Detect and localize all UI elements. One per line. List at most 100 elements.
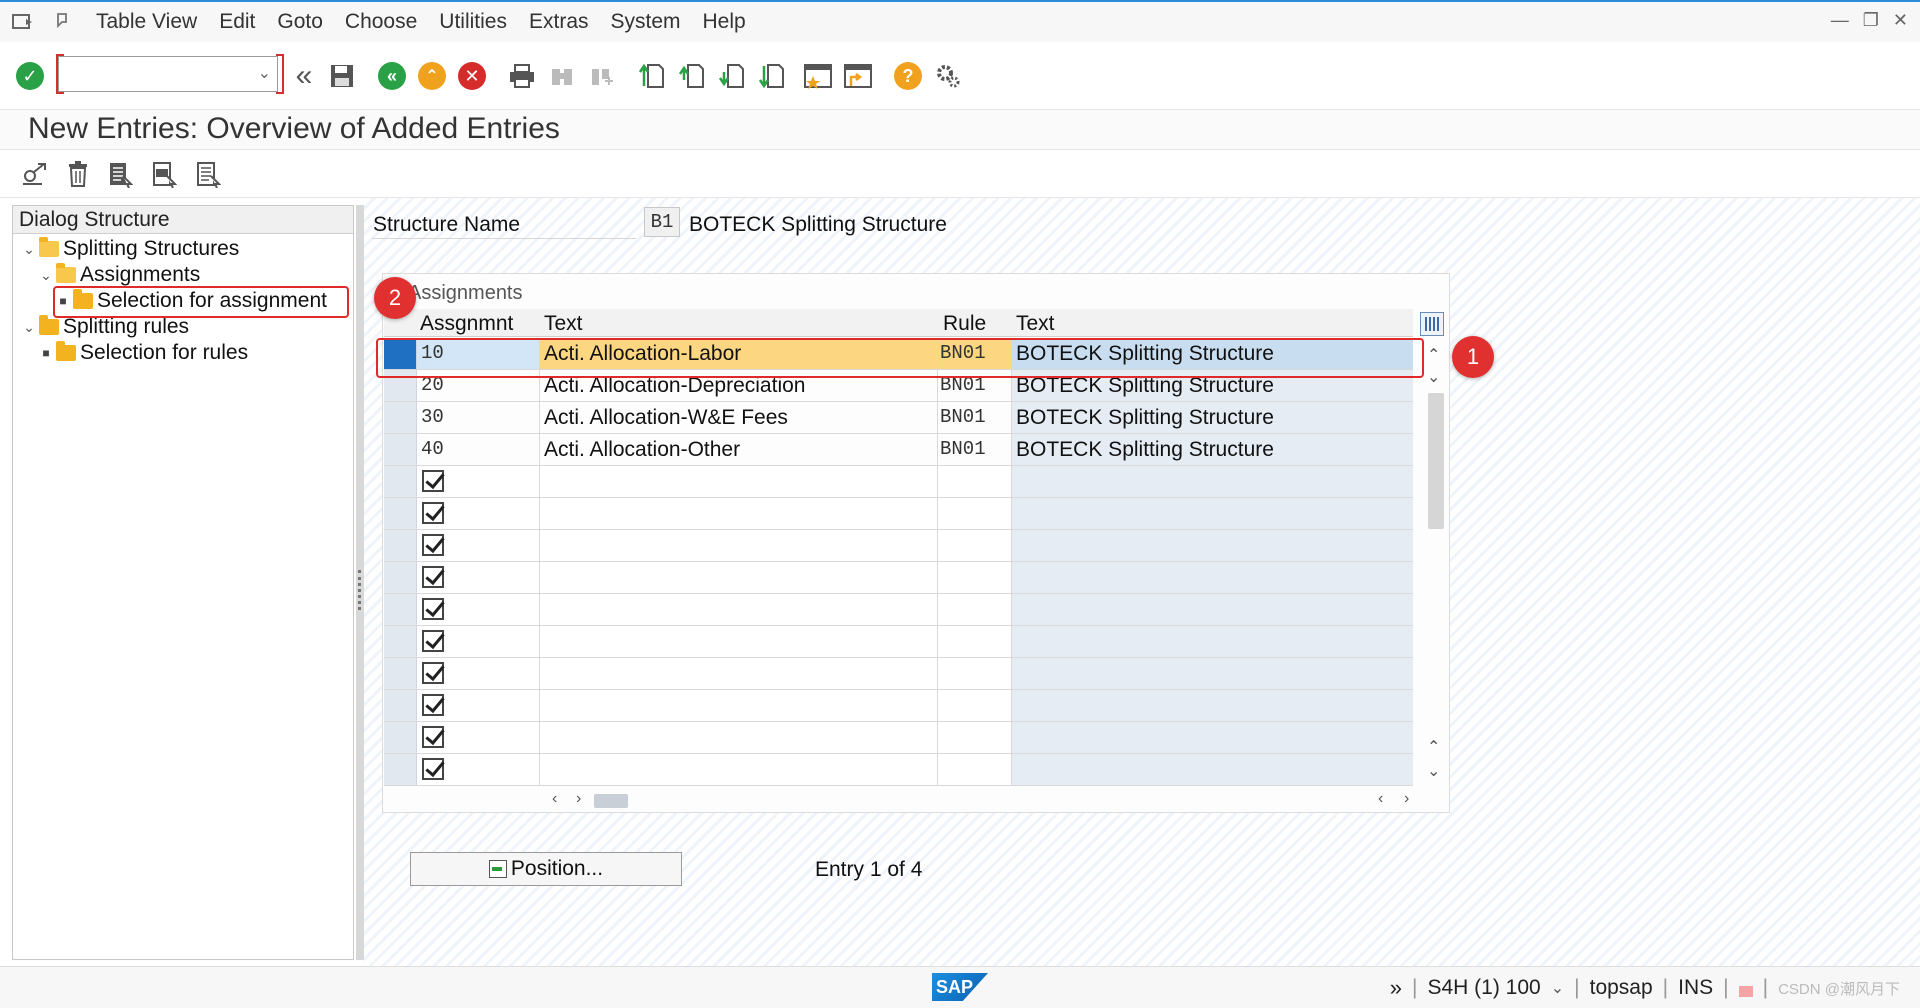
cell-text[interactable]	[540, 722, 938, 753]
position-button[interactable]: Position...	[410, 852, 682, 886]
table-row-empty[interactable]	[384, 658, 1413, 690]
print-icon[interactable]	[506, 60, 538, 92]
row-selector[interactable]	[384, 626, 417, 657]
chevron-down-icon[interactable]: ⌄	[21, 241, 37, 258]
cell-assgnmnt[interactable]: 40	[417, 434, 540, 465]
menu-system[interactable]: System	[611, 10, 681, 34]
cancel-icon[interactable]: ✕	[456, 60, 488, 92]
row-selector[interactable]	[384, 594, 417, 625]
display-change-icon[interactable]	[18, 158, 50, 190]
cell-rule[interactable]	[938, 498, 1012, 529]
table-row-empty[interactable]	[384, 498, 1413, 530]
chevron-down-icon[interactable]: ⌄	[21, 319, 37, 336]
cell-text[interactable]	[540, 530, 938, 561]
table-row-empty[interactable]	[384, 690, 1413, 722]
command-input[interactable]	[59, 57, 239, 89]
find-next-icon[interactable]	[586, 60, 618, 92]
cell-rule[interactable]	[938, 626, 1012, 657]
select-all-icon[interactable]	[104, 158, 136, 190]
cell-text[interactable]	[540, 498, 938, 529]
menu-utilities[interactable]: Utilities	[439, 10, 507, 34]
cell-rule[interactable]	[938, 754, 1012, 785]
cell-rule[interactable]	[938, 562, 1012, 593]
cell-rule[interactable]	[938, 594, 1012, 625]
horizontal-scrollbar[interactable]: ‹ › ‹ ›	[384, 790, 1444, 812]
menu-choose[interactable]: Choose	[345, 10, 417, 34]
checkbox-icon[interactable]	[422, 566, 444, 588]
create-session-icon[interactable]	[802, 60, 834, 92]
table-row-empty[interactable]	[384, 562, 1413, 594]
command-field[interactable]: ⌄	[58, 56, 278, 92]
shortcut-icon[interactable]	[842, 60, 874, 92]
vertical-scrollbar[interactable]: ⌃ ⌄ ⌃ ⌄	[1425, 345, 1445, 785]
column-header-assgnmnt[interactable]: Assgnmnt	[420, 312, 513, 336]
chevron-up-icon[interactable]: ⌃	[1427, 737, 1440, 757]
cell-text[interactable]	[540, 594, 938, 625]
cell-text[interactable]: Acti. Allocation-Other	[540, 434, 938, 465]
cell-text[interactable]: Acti. Allocation-W&E Fees	[540, 402, 938, 433]
table-row[interactable]: 30 Acti. Allocation-W&E Fees BN01 BOTECK…	[384, 402, 1413, 434]
cell-rule[interactable]: BN01	[938, 434, 1012, 465]
scrollbar-thumb[interactable]	[1428, 393, 1444, 529]
checkbox-icon[interactable]	[422, 630, 444, 652]
row-selector[interactable]	[384, 754, 417, 785]
enter-icon[interactable]: ✓	[14, 60, 46, 92]
delete-icon[interactable]	[62, 158, 94, 190]
row-selector[interactable]	[384, 562, 417, 593]
checkbox-icon[interactable]	[422, 758, 444, 780]
chevron-left-icon[interactable]: ‹	[1378, 790, 1383, 808]
table-row-empty[interactable]	[384, 626, 1413, 658]
help-icon[interactable]: ?	[892, 60, 924, 92]
cell-text[interactable]	[540, 466, 938, 497]
cell-text[interactable]	[540, 562, 938, 593]
restore-icon[interactable]: ❐	[1863, 10, 1879, 31]
table-row-empty[interactable]	[384, 594, 1413, 626]
row-selector[interactable]	[384, 658, 417, 689]
row-selector[interactable]	[384, 690, 417, 721]
cell-assgnmnt[interactable]: 30	[417, 402, 540, 433]
chevron-down-icon[interactable]: ⌄	[1551, 978, 1564, 998]
checkbox-icon[interactable]	[422, 470, 444, 492]
row-selector[interactable]	[384, 498, 417, 529]
row-selector[interactable]	[384, 530, 417, 561]
next-page-icon[interactable]	[716, 60, 748, 92]
checkbox-icon[interactable]	[422, 598, 444, 620]
cell-rule[interactable]	[938, 466, 1012, 497]
chevron-right-icon[interactable]: ›	[1404, 790, 1409, 808]
tree-node-assignments[interactable]: ⌄ Assignments	[38, 262, 200, 288]
menu-goto[interactable]: Goto	[277, 10, 323, 34]
row-selector[interactable]	[384, 402, 417, 433]
table-row[interactable]: 40 Acti. Allocation-Other BN01 BOTECK Sp…	[384, 434, 1413, 466]
splitter-handle[interactable]	[356, 205, 364, 960]
cell-text[interactable]	[540, 690, 938, 721]
close-icon[interactable]: ✕	[1893, 10, 1908, 31]
cell-rule[interactable]	[938, 658, 1012, 689]
pin-icon[interactable]	[50, 11, 76, 33]
table-settings-icon[interactable]	[1420, 312, 1444, 336]
menu-help[interactable]: Help	[703, 10, 746, 34]
menu-extras[interactable]: Extras	[529, 10, 589, 34]
minimize-icon[interactable]: —	[1831, 10, 1849, 31]
chevron-down-icon[interactable]: ⌄	[38, 267, 54, 284]
select-block-icon[interactable]	[148, 158, 180, 190]
save-icon[interactable]	[326, 60, 358, 92]
tree-node-selection-for-rules[interactable]: ■ Selection for rules	[38, 340, 248, 366]
menu-edit[interactable]: Edit	[219, 10, 255, 34]
cell-rule[interactable]	[938, 530, 1012, 561]
find-icon[interactable]	[546, 60, 578, 92]
table-row-empty[interactable]	[384, 466, 1413, 498]
first-page-icon[interactable]	[636, 60, 668, 92]
customize-layout-icon[interactable]	[932, 60, 964, 92]
table-row-empty[interactable]	[384, 722, 1413, 754]
chevron-right-icon[interactable]: ›	[576, 790, 581, 808]
menu-icon[interactable]	[10, 11, 36, 33]
chevron-down-icon[interactable]: ⌄	[1427, 761, 1440, 781]
chevron-down-icon[interactable]: ⌄	[1427, 367, 1440, 387]
previous-page-icon[interactable]	[676, 60, 708, 92]
row-selector[interactable]	[384, 722, 417, 753]
back-double-icon[interactable]: «	[288, 59, 320, 92]
column-header-text[interactable]: Text	[544, 312, 583, 336]
last-page-icon[interactable]	[756, 60, 788, 92]
tree-node-splitting-structures[interactable]: ⌄ Splitting Structures	[21, 236, 239, 262]
column-header-rule-text[interactable]: Text	[1016, 312, 1055, 336]
